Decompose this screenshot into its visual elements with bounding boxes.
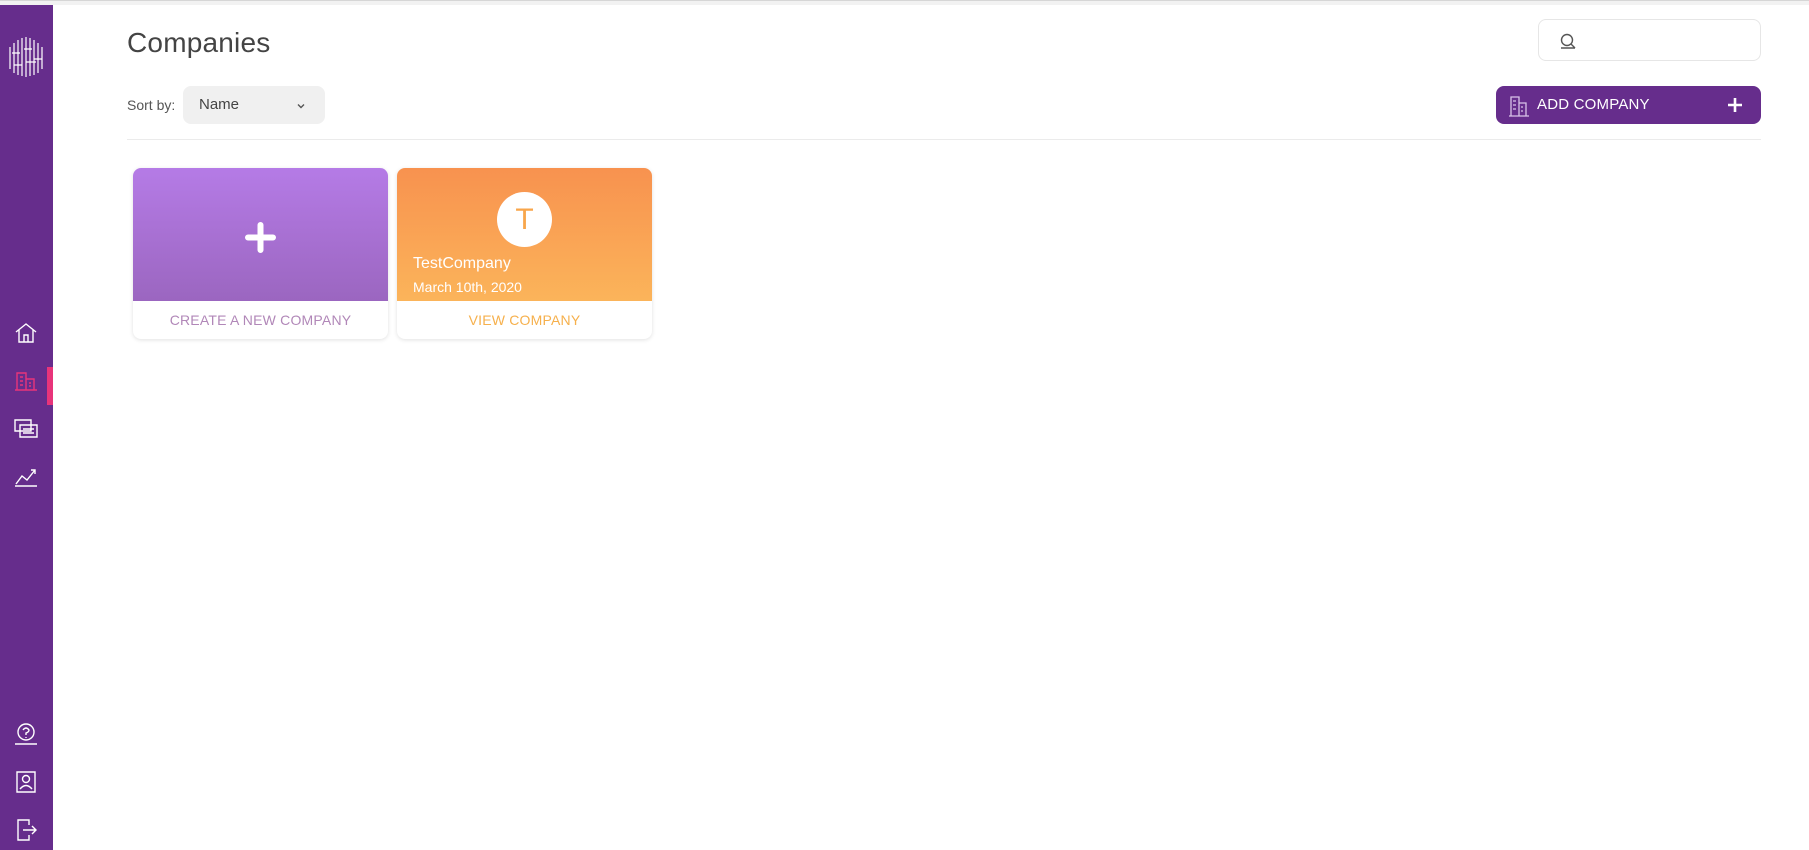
create-company-card[interactable]: CREATE A NEW COMPANY: [133, 168, 388, 339]
company-card[interactable]: T TestCompany March 10th, 2020 VIEW COMP…: [397, 168, 652, 339]
sidebar-item-companies[interactable]: [13, 368, 39, 394]
home-icon: [15, 323, 37, 343]
sidebar-item-home[interactable]: [13, 320, 39, 346]
page-title: Companies: [127, 27, 271, 58]
building-icon: [1509, 96, 1529, 117]
sidebar: [0, 5, 53, 850]
add-company-button[interactable]: ADD COMPANY: [1496, 86, 1761, 124]
profile-icon: [16, 771, 36, 793]
sort-label: Sort by:: [127, 97, 176, 113]
view-company-link[interactable]: VIEW COMPANY: [397, 301, 652, 339]
sidebar-item-logout[interactable]: [13, 817, 39, 843]
header-divider: [127, 139, 1761, 140]
search-icon: [1560, 33, 1576, 49]
chart-icon: [15, 469, 37, 487]
help-icon: [15, 723, 37, 745]
company-name: TestCompany: [413, 255, 511, 272]
logout-icon: [17, 819, 37, 841]
plus-icon: [245, 222, 276, 253]
screens-icon: [14, 419, 38, 438]
add-company-label: ADD COMPANY: [1537, 96, 1650, 113]
search-input[interactable]: [1585, 28, 1750, 54]
search-box[interactable]: [1538, 19, 1761, 61]
main-content: Companies Sort by: Name ADD COMPANY CREA…: [53, 5, 1809, 850]
sort-dropdown[interactable]: Name: [183, 86, 325, 124]
create-company-link[interactable]: CREATE A NEW COMPANY: [133, 301, 388, 339]
sidebar-item-messages[interactable]: [13, 416, 39, 442]
sidebar-item-profile[interactable]: [13, 769, 39, 795]
building-icon: [15, 372, 37, 391]
chevron-down-icon: [297, 104, 305, 109]
card-header: [133, 168, 388, 301]
sidebar-item-help[interactable]: [13, 721, 39, 747]
sort-value: Name: [199, 96, 240, 113]
app-logo[interactable]: [8, 35, 45, 77]
sidebar-item-analytics[interactable]: [13, 464, 39, 490]
plus-icon: [1728, 98, 1742, 112]
company-date: March 10th, 2020: [413, 279, 522, 295]
card-header: T TestCompany March 10th, 2020: [397, 168, 652, 301]
company-avatar: T: [497, 192, 552, 247]
